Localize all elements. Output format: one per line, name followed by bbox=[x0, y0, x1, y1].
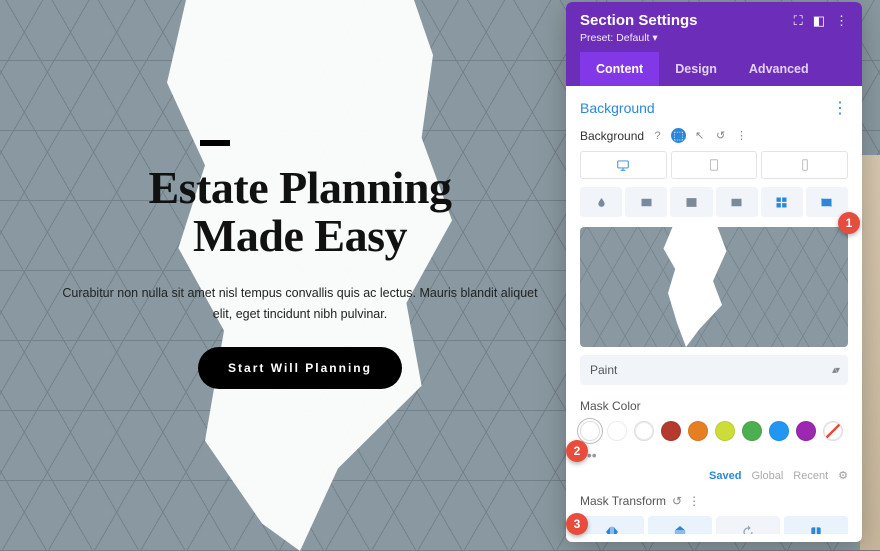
mask-transform-buttons bbox=[580, 516, 848, 534]
palette-global[interactable]: Global bbox=[751, 470, 783, 482]
swatch-white[interactable] bbox=[634, 421, 654, 441]
swatch-blue[interactable] bbox=[769, 421, 789, 441]
panel-title: Section Settings bbox=[580, 12, 698, 29]
palette-source-row: Saved Global Recent ⚙ bbox=[580, 469, 848, 482]
swatch-orange[interactable] bbox=[688, 421, 708, 441]
device-tablet[interactable] bbox=[671, 151, 758, 179]
device-desktop[interactable] bbox=[580, 151, 667, 179]
annotation-1: 1 bbox=[838, 212, 860, 234]
transform-flip-horizontal[interactable] bbox=[580, 516, 644, 534]
more-menu-icon[interactable]: ⋮ bbox=[835, 13, 848, 29]
hero-title: Estate Planning Made Easy bbox=[60, 164, 540, 261]
accent-bar bbox=[200, 140, 230, 146]
swatch-none[interactable] bbox=[823, 421, 843, 441]
hero-subtitle: Curabitur non nulla sit amet nisl tempus… bbox=[60, 283, 540, 326]
palette-settings-icon[interactable]: ⚙ bbox=[838, 469, 848, 482]
field-options-icon[interactable]: ⋮ bbox=[734, 128, 749, 143]
bg-type-video[interactable] bbox=[716, 187, 758, 217]
palette-saved[interactable]: Saved bbox=[709, 470, 741, 482]
annotation-2: 2 bbox=[566, 440, 588, 462]
swatch-red[interactable] bbox=[661, 421, 681, 441]
reset-icon[interactable]: ↺ bbox=[713, 128, 728, 143]
panel-body: Background ⋮ Background ? ⬚ ↖ ↺ ⋮ bbox=[566, 86, 862, 534]
transform-flip-vertical[interactable] bbox=[648, 516, 712, 534]
swatch-purple[interactable] bbox=[796, 421, 816, 441]
swatch-current[interactable] bbox=[580, 421, 600, 441]
background-field-label: Background bbox=[580, 129, 644, 143]
transform-options-icon[interactable]: ⋮ bbox=[688, 494, 700, 508]
background-type-tabs bbox=[580, 187, 848, 217]
mask-color-label: Mask Color bbox=[580, 399, 848, 413]
transform-rotate[interactable] bbox=[716, 516, 780, 534]
right-edge-photo bbox=[860, 155, 880, 550]
mask-color-swatches bbox=[580, 421, 848, 441]
mask-preview[interactable] bbox=[580, 227, 848, 347]
bg-type-pattern[interactable] bbox=[761, 187, 803, 217]
preset-dropdown[interactable]: Preset: Default ▾ bbox=[580, 32, 848, 52]
device-phone[interactable] bbox=[761, 151, 848, 179]
mask-style-select[interactable]: Paint ▴▾ bbox=[580, 355, 848, 385]
section-settings-panel: Section Settings ⛶ ◧ ⋮ Preset: Default ▾… bbox=[566, 2, 862, 542]
transform-invert[interactable] bbox=[784, 516, 848, 534]
mask-transform-label: Mask Transform bbox=[580, 494, 666, 508]
mask-style-value: Paint bbox=[590, 363, 617, 377]
background-options-icon[interactable]: ⋮ bbox=[832, 98, 848, 118]
device-tabs bbox=[580, 151, 848, 179]
bg-type-image[interactable] bbox=[670, 187, 712, 217]
more-colors-icon[interactable]: ••• bbox=[582, 447, 848, 463]
tab-design[interactable]: Design bbox=[659, 52, 733, 86]
swatch-black[interactable] bbox=[607, 421, 627, 441]
hover-icon[interactable]: ↖ bbox=[692, 128, 707, 143]
hero-title-line2: Made Easy bbox=[193, 210, 407, 261]
annotation-3: 3 bbox=[566, 513, 588, 535]
hero-content: Estate Planning Made Easy Curabitur non … bbox=[60, 140, 540, 389]
panel-tabs: Content Design Advanced bbox=[580, 52, 848, 86]
swatch-yellow[interactable] bbox=[715, 421, 735, 441]
hero-title-line1: Estate Planning bbox=[148, 162, 451, 213]
tab-advanced[interactable]: Advanced bbox=[733, 52, 825, 86]
select-arrows-icon: ▴▾ bbox=[832, 365, 838, 376]
background-section-title[interactable]: Background bbox=[580, 100, 655, 116]
expand-icon[interactable]: ⛶ bbox=[794, 13, 803, 29]
bg-type-gradient[interactable] bbox=[625, 187, 667, 217]
palette-recent[interactable]: Recent bbox=[793, 470, 828, 482]
responsive-icon[interactable]: ⬚ bbox=[671, 128, 686, 143]
start-will-planning-button[interactable]: Start Will Planning bbox=[198, 347, 402, 389]
bg-type-mask[interactable] bbox=[806, 187, 848, 217]
swatch-green[interactable] bbox=[742, 421, 762, 441]
dock-icon[interactable]: ◧ bbox=[813, 13, 825, 29]
transform-reset-icon[interactable]: ↺ bbox=[672, 494, 682, 508]
tab-content[interactable]: Content bbox=[580, 52, 659, 86]
panel-header: Section Settings ⛶ ◧ ⋮ Preset: Default ▾… bbox=[566, 2, 862, 86]
bg-type-color[interactable] bbox=[580, 187, 622, 217]
help-icon[interactable]: ? bbox=[650, 128, 665, 143]
